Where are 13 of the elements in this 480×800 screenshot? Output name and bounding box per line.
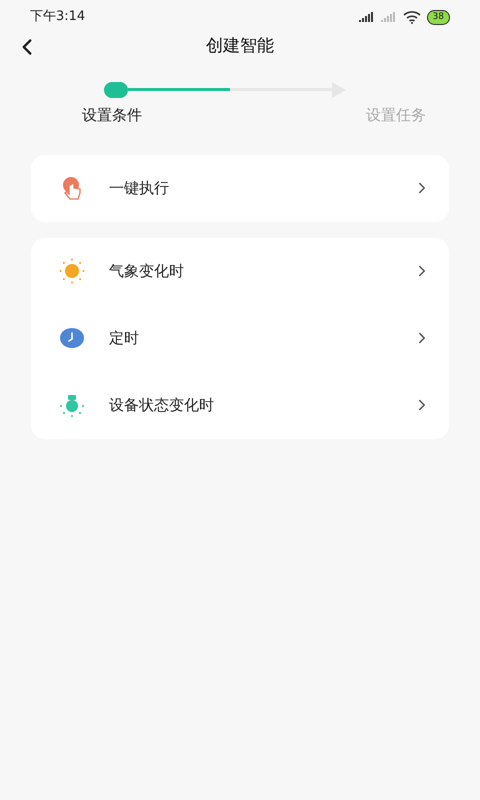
- sun-icon: [58, 257, 86, 285]
- status-time: 下午3:14: [30, 8, 86, 26]
- signal-icon: [380, 12, 397, 22]
- option-row[interactable]: 设备状态变化时: [31, 372, 449, 438]
- battery-indicator: 38: [426, 10, 450, 24]
- option-row[interactable]: 气象变化时: [31, 238, 449, 304]
- page-title: 创建智能: [206, 35, 274, 58]
- option-row[interactable]: 一键执行: [31, 154, 449, 222]
- step-label[interactable]: 设置条件: [82, 104, 142, 126]
- signal-icon: [358, 12, 375, 22]
- wifi-icon: [402, 10, 421, 24]
- clock-icon: [59, 325, 85, 351]
- option-row[interactable]: 定时: [31, 304, 449, 372]
